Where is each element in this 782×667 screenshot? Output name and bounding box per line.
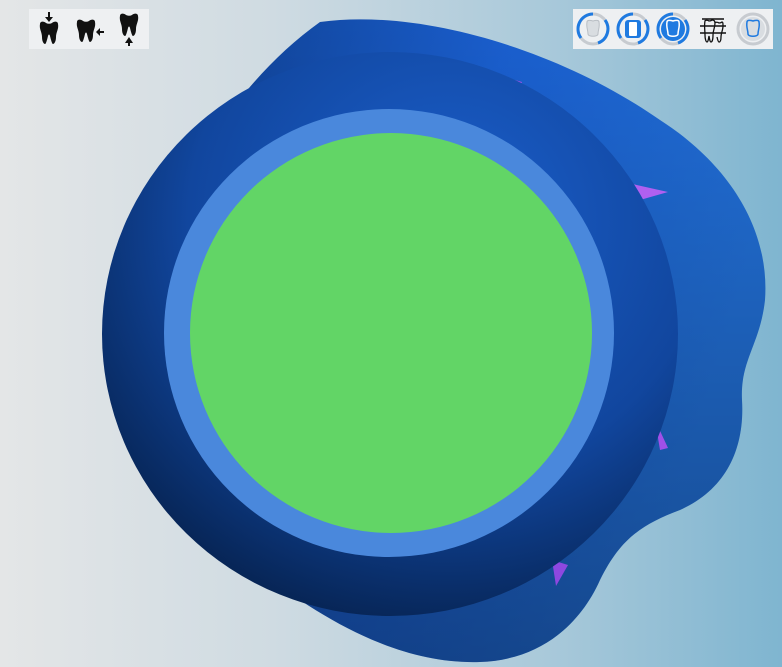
crown-outline-toggle-button[interactable] (575, 11, 611, 47)
mode-toolbar (573, 9, 773, 49)
prep-margin-toggle-button[interactable] (615, 11, 651, 47)
crown-solid-toggle-button[interactable] (655, 11, 691, 47)
view-toolbar (29, 9, 149, 49)
tooth-bottom-view-icon (119, 13, 139, 46)
tooth-top-view-button[interactable] (31, 11, 67, 47)
crown-transparent-toggle-button[interactable] (735, 11, 771, 47)
tooth-top-view-icon (39, 12, 59, 44)
antagonist-bridge-icon (700, 18, 726, 43)
tooth-side-view-icon (76, 19, 104, 42)
occlusal-surface[interactable] (190, 133, 592, 533)
crown-transparent-toggle-icon (736, 12, 770, 46)
tooth-side-view-button[interactable] (71, 11, 107, 47)
3d-viewport[interactable] (0, 0, 782, 667)
crown-solid-toggle-icon (656, 12, 690, 46)
crown-outline-toggle-icon (576, 12, 610, 46)
antagonist-bridge-button[interactable] (695, 11, 731, 47)
tooth-bottom-view-button[interactable] (111, 11, 147, 47)
prep-margin-toggle-icon (616, 12, 650, 46)
